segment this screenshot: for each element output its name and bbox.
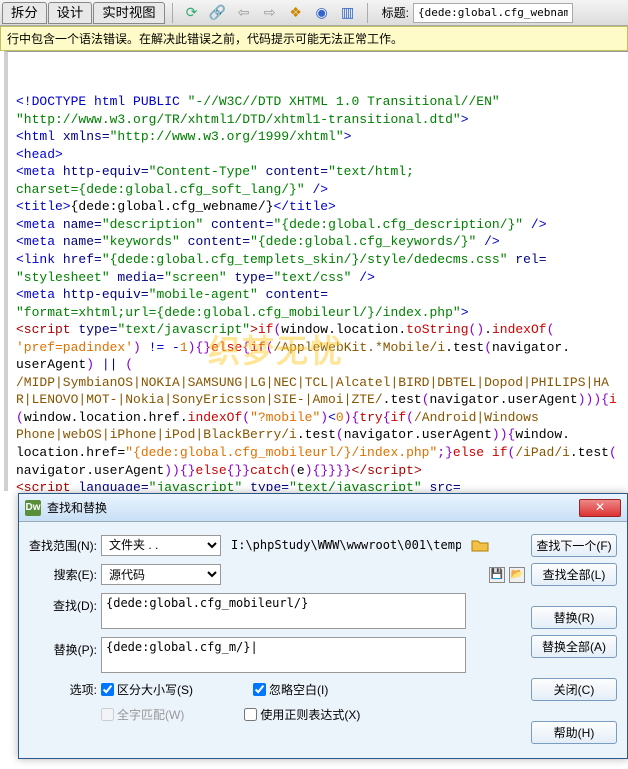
close-dialog-button[interactable]: 关闭(C) xyxy=(531,678,617,701)
load-query-icon[interactable]: 📂 xyxy=(509,567,525,583)
inspect-icon[interactable]: ◉ xyxy=(313,4,331,22)
replace-input[interactable]: {dede:global.cfg_m/}| xyxy=(101,637,466,673)
link-icon[interactable]: 🔗 xyxy=(209,4,227,22)
code-line[interactable]: <meta name="description" content="{dede:… xyxy=(16,216,620,234)
search-label: 搜索(E): xyxy=(29,566,101,583)
scope-label: 查找范围(N): xyxy=(29,537,101,554)
find-next-button[interactable]: 查找下一个(F) xyxy=(531,534,617,557)
find-all-button[interactable]: 查找全部(L) xyxy=(531,563,617,586)
dialog-title-text: 查找和替换 xyxy=(47,499,579,516)
code-line[interactable]: /MIDP|SymbianOS|NOKIA|SAMSUNG|LG|NEC|TCL… xyxy=(16,374,620,392)
regex-checkbox[interactable]: 使用正则表达式(X) xyxy=(244,706,360,723)
tab-design[interactable]: 设计 xyxy=(48,2,93,24)
replace-button[interactable]: 替换(R) xyxy=(531,606,617,629)
find-input[interactable]: {dede:global.cfg_mobileurl/} xyxy=(101,593,466,629)
code-line[interactable]: <meta http-equiv="Content-Type" content=… xyxy=(16,163,620,181)
nav-fwd-icon[interactable]: ⇨ xyxy=(261,4,279,22)
tag-icon[interactable]: ❖ xyxy=(287,4,305,22)
close-button[interactable]: ✕ xyxy=(579,499,621,517)
code-line[interactable]: userAgent) || ( xyxy=(16,356,620,374)
code-line[interactable]: <meta name="keywords" content="{dede:glo… xyxy=(16,233,620,251)
title-input[interactable] xyxy=(413,3,573,23)
case-checkbox[interactable]: 区分大小写(S) xyxy=(101,681,193,698)
replace-label: 替换(P): xyxy=(29,637,101,658)
code-line[interactable]: navigator.userAgent)){}else{}}catch(e){}… xyxy=(16,462,620,480)
code-line[interactable]: Phone|webOS|iPhone|iPod|BlackBerry/i.tes… xyxy=(16,426,620,444)
scope-select[interactable]: 文件夹 . . xyxy=(101,535,221,556)
main-toolbar: 拆分 设计 实时视图 ⟳ 🔗 ⇦ ⇨ ❖ ◉ ▥ 标题: xyxy=(0,0,628,26)
wholeword-checkbox: 全字匹配(W) xyxy=(101,706,184,723)
separator xyxy=(172,3,173,23)
options-icon[interactable]: ▥ xyxy=(339,4,357,22)
code-line[interactable]: <script language="javascript" type="text… xyxy=(16,479,620,491)
path-input[interactable] xyxy=(227,534,465,556)
code-line[interactable]: <meta http-equiv="mobile-agent" content= xyxy=(16,286,620,304)
code-line[interactable]: <title>{dede:global.cfg_webname/}</title… xyxy=(16,198,620,216)
app-icon: Dw xyxy=(25,500,41,516)
search-type-select[interactable]: 源代码 xyxy=(101,564,221,585)
code-line[interactable]: <!DOCTYPE html PUBLIC "-//W3C//DTD XHTML… xyxy=(16,93,620,111)
tab-split[interactable]: 拆分 xyxy=(2,2,47,24)
code-line[interactable]: "format=xhtml;url={dede:global.cfg_mobil… xyxy=(16,304,620,322)
find-replace-dialog: Dw 查找和替换 ✕ 查找范围(N): 文件夹 . . 搜索(E): 源代码 💾… xyxy=(18,493,628,759)
dialog-titlebar[interactable]: Dw 查找和替换 ✕ xyxy=(19,494,627,522)
whitespace-checkbox[interactable]: 忽略空白(I) xyxy=(253,681,328,698)
find-label: 查找(D): xyxy=(29,593,101,614)
nav-back-icon[interactable]: ⇦ xyxy=(235,4,253,22)
code-line[interactable]: "stylesheet" media="screen" type="text/c… xyxy=(16,269,620,287)
syntax-warning-bar: 行中包含一个语法错误。在解决此错误之前，代码提示可能无法正常工作。 xyxy=(0,26,628,51)
refresh-icon[interactable]: ⟳ xyxy=(183,4,201,22)
code-line[interactable]: location.href="{dede:global.cfg_mobileur… xyxy=(16,444,620,462)
code-line[interactable]: charset={dede:global.cfg_soft_lang/}" /> xyxy=(16,181,620,199)
tab-live[interactable]: 实时视图 xyxy=(93,2,164,24)
replace-all-button[interactable]: 替换全部(A) xyxy=(531,635,617,658)
code-line[interactable]: <html xmlns="http://www.w3.org/1999/xhtm… xyxy=(16,128,620,146)
save-query-icon[interactable]: 💾 xyxy=(489,567,505,583)
title-label: 标题: xyxy=(382,4,409,21)
code-line[interactable]: <link href="{dede:global.cfg_templets_sk… xyxy=(16,251,620,269)
options-label: 选项: xyxy=(29,681,101,698)
code-line[interactable]: <head> xyxy=(16,146,620,164)
help-button[interactable]: 帮助(H) xyxy=(531,721,617,744)
separator xyxy=(367,3,368,23)
code-line[interactable]: <script type="text/javascript">if(window… xyxy=(16,321,620,339)
code-line[interactable]: R|LENOVO|MOT-|Nokia|SonyEricsson|SIE-|Am… xyxy=(16,391,620,409)
folder-icon[interactable] xyxy=(471,537,489,553)
code-editor[interactable]: 织梦无忧 <!DOCTYPE html PUBLIC "-//W3C//DTD … xyxy=(4,51,628,491)
code-line[interactable]: 'pref=padindex') != -1){}else{if(/AppleW… xyxy=(16,339,620,357)
code-line[interactable]: (window.location.href.indexOf("?mobile")… xyxy=(16,409,620,427)
code-line[interactable]: "http://www.w3.org/TR/xhtml1/DTD/xhtml1-… xyxy=(16,111,620,129)
